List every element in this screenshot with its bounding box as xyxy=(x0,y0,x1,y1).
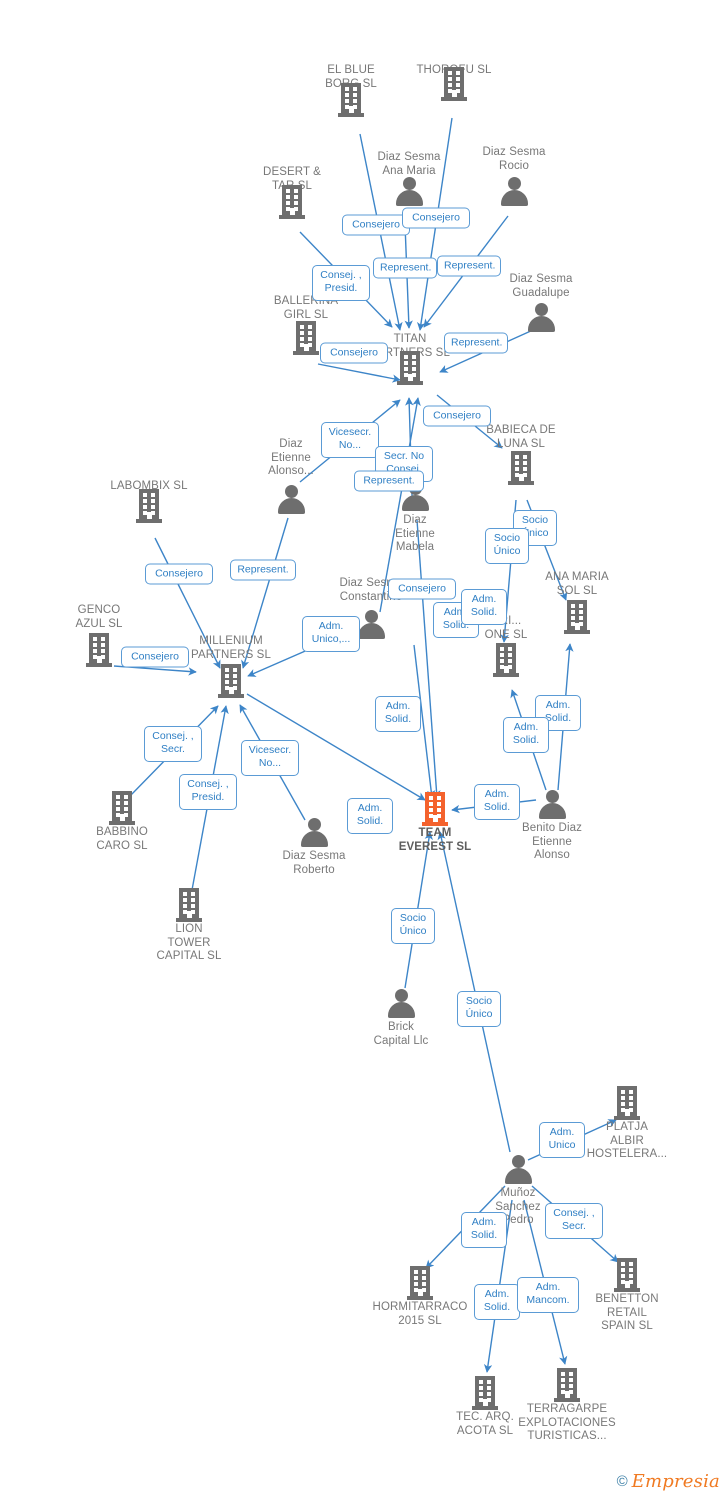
building-icon xyxy=(394,67,514,101)
node-caption: BABIECA DE LUNA SL xyxy=(486,424,556,450)
building-icon xyxy=(89,489,209,523)
node-caption: TERRAGARPE EXPLOTACIONES TURISTICAS... xyxy=(518,1403,616,1442)
edge-label[interactable]: Consejero xyxy=(145,563,213,585)
node-caption-wrap-millenium: MILLENIUM PARTNERS SL xyxy=(171,634,291,662)
edge-label[interactable]: Represent. xyxy=(354,470,424,492)
node-caption: MILLENIUM PARTNERS SL xyxy=(191,635,271,661)
edge-label[interactable]: Adm. Mancom. xyxy=(517,1277,579,1313)
edge-label[interactable]: Adm. Unico,... xyxy=(302,616,360,652)
edge-label[interactable]: Consejero xyxy=(388,578,456,600)
edge-label[interactable]: Adm. Solid. xyxy=(347,798,393,834)
node-desert_tar[interactable] xyxy=(232,185,352,219)
edge-label[interactable]: Socio Único xyxy=(457,991,501,1027)
node-labombix[interactable] xyxy=(89,489,209,523)
node-caption: Diaz Sesma Rocio xyxy=(482,146,546,172)
edge-label[interactable]: Represent. xyxy=(444,332,508,354)
empresia-wordmark: Empresia xyxy=(631,1471,720,1492)
node-caption-wrap-ana_maria_sol: ANA MARIA SOL SL xyxy=(517,570,637,598)
node-caption: ANA MARIA SOL SL xyxy=(545,571,609,597)
node-caption-wrap-babieca_luna: BABIECA DE LUNA SL xyxy=(461,423,581,451)
node-caption: Brick Capital Llc xyxy=(373,1021,429,1047)
node-caption: Diaz Sesma Guadalupe xyxy=(509,273,573,299)
node-caption-wrap-diaz_rocio: Diaz Sesma Rocio xyxy=(454,145,574,173)
building-icon xyxy=(232,185,352,219)
node-benetton[interactable]: BENETTON RETAIL SPAIN SL xyxy=(567,1258,687,1334)
building-icon xyxy=(461,451,581,485)
node-lion_tower[interactable]: LION TOWER CAPITAL SL xyxy=(129,888,249,964)
node-caption: Benito Diaz Etienne Alonso xyxy=(522,822,582,861)
node-diaz_ana_maria[interactable] xyxy=(349,176,469,208)
person-icon xyxy=(231,484,351,516)
node-caption: BENETTON RETAIL SPAIN SL xyxy=(595,1293,659,1332)
edge-label[interactable]: Socio Único xyxy=(391,908,435,944)
edge-label[interactable]: Vicesecr. No... xyxy=(321,422,379,458)
node-diaz_etienne_al[interactable] xyxy=(231,484,351,516)
empresia-watermark: © Empresia xyxy=(617,1471,720,1492)
node-caption: HORMITARRACO 2015 SL xyxy=(372,1301,468,1327)
edge-label[interactable]: Consej. , Secr. xyxy=(144,726,202,762)
node-caption: Diaz Sesma Roberto xyxy=(282,850,346,876)
node-diaz_rocio[interactable] xyxy=(454,176,574,208)
node-millenium[interactable] xyxy=(171,664,291,698)
edge-label[interactable]: Consejero xyxy=(342,214,410,236)
building-icon xyxy=(291,83,411,117)
edge-label[interactable]: Consej. , Presid. xyxy=(312,265,370,301)
building-icon xyxy=(446,643,566,677)
building-icon xyxy=(171,664,291,698)
edge-label[interactable]: Consejero xyxy=(320,342,388,364)
node-caption: TEAM EVEREST SL xyxy=(398,827,472,853)
edge-label[interactable]: Vicesecr. No... xyxy=(241,740,299,776)
node-caption: PLATJA ALBIR HOSTELERA... xyxy=(586,1121,668,1160)
edge-label[interactable]: Adm. Solid. xyxy=(503,717,549,753)
building-icon xyxy=(567,1086,687,1120)
edge-label[interactable]: Adm. Solid. xyxy=(375,696,421,732)
person-icon xyxy=(341,988,461,1020)
edge-label[interactable]: Represent. xyxy=(230,559,296,581)
node-el_blue_borg[interactable] xyxy=(291,83,411,117)
person-icon xyxy=(454,176,574,208)
node-caption: BABBINO CARO SL xyxy=(96,826,148,852)
node-hormitarraco[interactable]: HORMITARRACO 2015 SL xyxy=(360,1266,480,1328)
edge-label[interactable]: Consejero xyxy=(121,646,189,668)
node-babbino_caro[interactable]: BABBINO CARO SL xyxy=(62,791,182,853)
node-caption-wrap-diaz_guadalupe: Diaz Sesma Guadalupe xyxy=(481,272,601,300)
corporate-network-graph: EL BLUE BORG SLTHOROFU SLDESERT & TAR SL… xyxy=(0,0,728,1500)
edge-diaz_et_mabela-to-team_everest xyxy=(416,519,441,799)
copyright-icon: © xyxy=(616,1473,628,1490)
edge-label[interactable]: Consejero xyxy=(402,207,470,229)
edge-label[interactable]: Represent. xyxy=(373,257,437,279)
node-terragarpe[interactable]: TERRAGARPE EXPLOTACIONES TURISTICAS... xyxy=(507,1368,627,1444)
node-platja_albir[interactable]: PLATJA ALBIR HOSTELERA... xyxy=(567,1086,687,1162)
building-icon xyxy=(567,1258,687,1292)
edge-label[interactable]: Consej. , Secr. xyxy=(545,1203,603,1239)
building-icon xyxy=(360,1266,480,1300)
node-babieca_luna[interactable] xyxy=(461,451,581,485)
node-diaz_guadalupe[interactable] xyxy=(481,302,601,334)
edge-label[interactable]: Adm. Unico xyxy=(539,1122,585,1158)
node-thorofu[interactable] xyxy=(394,67,514,101)
edge-label[interactable]: Adm. Solid. xyxy=(474,1284,520,1320)
node-diaz_et_mabela[interactable]: Diaz Etienne Mabela xyxy=(355,481,475,555)
edge-label[interactable]: Consej. , Presid. xyxy=(179,774,237,810)
node-ori_one[interactable] xyxy=(446,643,566,677)
node-caption: Diaz Etienne Mabela xyxy=(395,514,435,553)
edge-label[interactable]: Socio Único xyxy=(485,528,529,564)
node-caption: Diaz Sesma Ana Maria xyxy=(377,151,441,177)
person-icon xyxy=(458,1154,578,1186)
node-caption-wrap-genco_azul: GENCO AZUL SL xyxy=(39,603,159,631)
person-icon xyxy=(481,302,601,334)
node-caption-wrap-diaz_ana_maria: Diaz Sesma Ana Maria xyxy=(349,150,469,178)
person-icon xyxy=(349,176,469,208)
edge-label[interactable]: Adm. Solid. xyxy=(461,589,507,625)
building-icon xyxy=(129,888,249,922)
edge-label[interactable]: Represent. xyxy=(437,255,501,277)
node-brick_capital[interactable]: Brick Capital Llc xyxy=(341,988,461,1048)
edge-label[interactable]: Adm. Solid. xyxy=(474,784,520,820)
node-caption: GENCO AZUL SL xyxy=(75,604,123,630)
edge-label[interactable]: Consejero xyxy=(423,405,491,427)
node-caption: LION TOWER CAPITAL SL xyxy=(156,923,222,962)
building-icon xyxy=(507,1368,627,1402)
edge-label[interactable]: Adm. Solid. xyxy=(461,1212,507,1248)
building-icon xyxy=(62,791,182,825)
